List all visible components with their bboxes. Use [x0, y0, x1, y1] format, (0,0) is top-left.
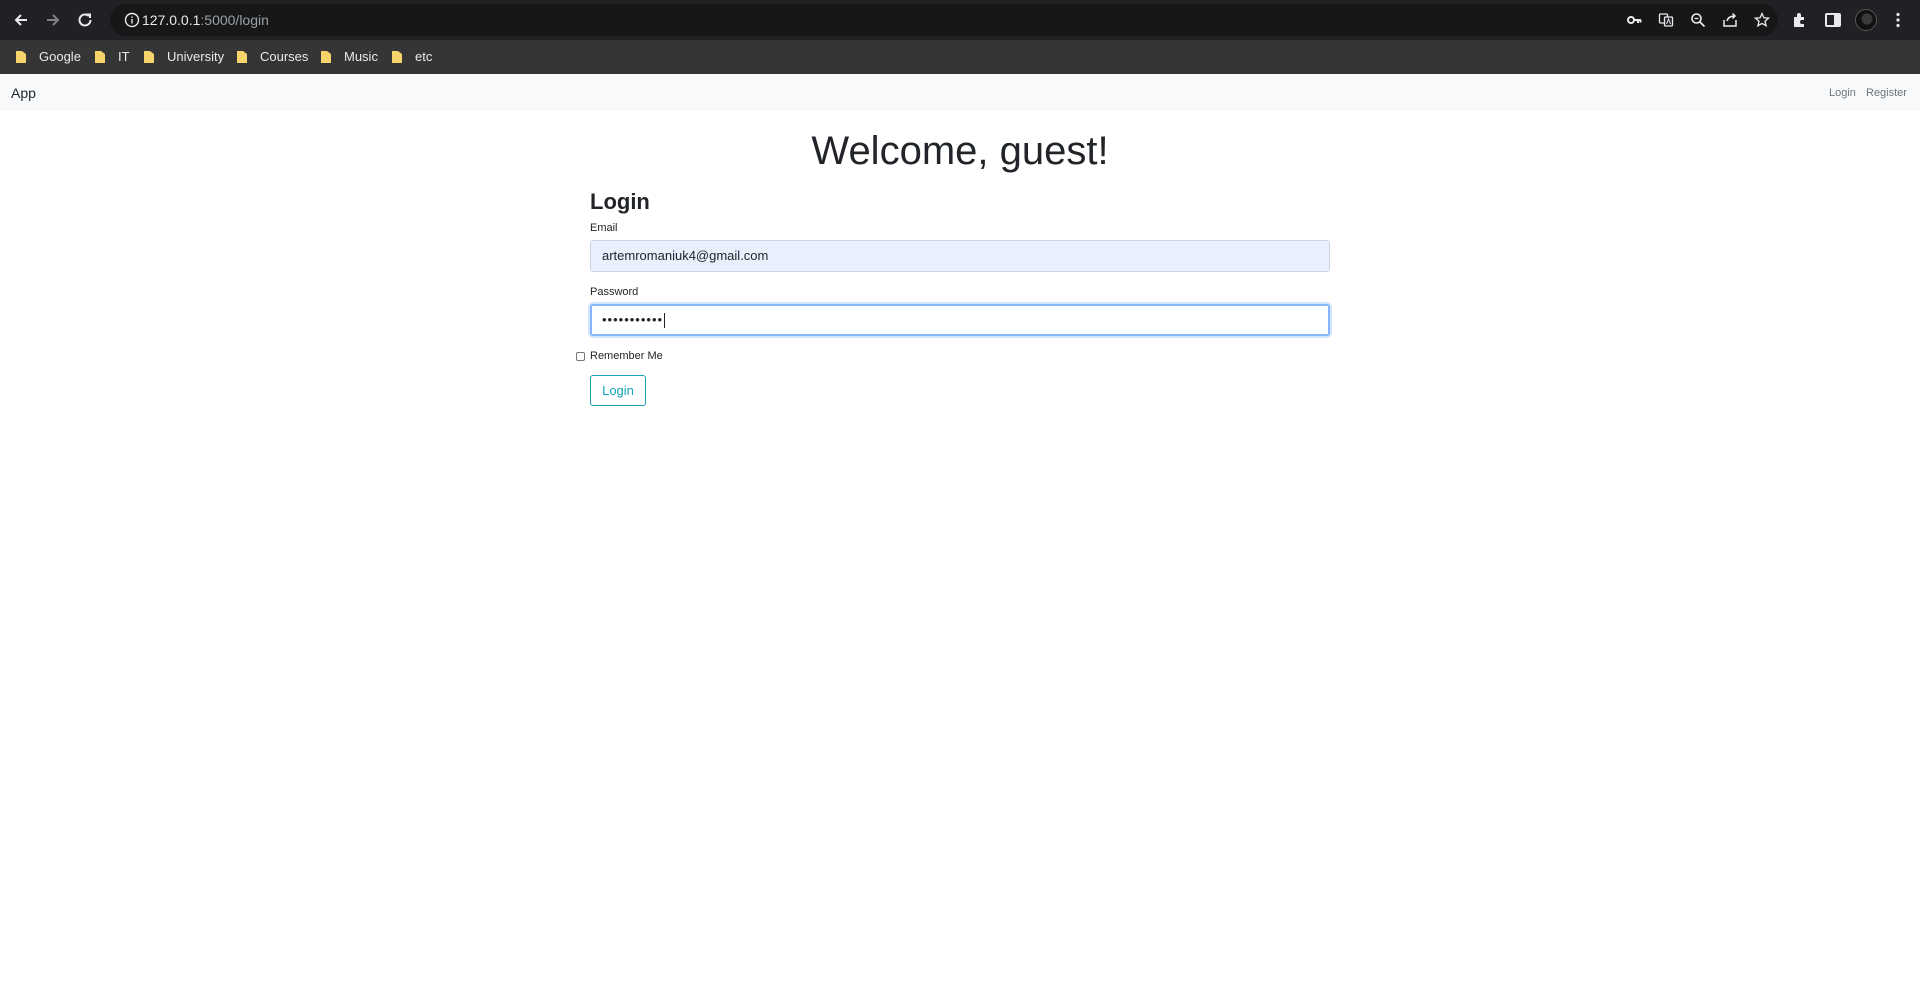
bookmark-etc[interactable]: etc [391, 48, 432, 66]
folder-icon [237, 51, 247, 63]
bookmark-it[interactable]: IT [94, 48, 130, 66]
form-title: Login [590, 189, 650, 214]
navbar-brand[interactable]: App [11, 84, 36, 102]
zoom-icon[interactable] [1690, 12, 1706, 28]
password-field[interactable]: ••••••••••• [590, 304, 1330, 336]
remember-checkbox[interactable] [576, 351, 585, 361]
remember-me: Remember Me [576, 349, 663, 363]
menu-icon[interactable] [1888, 10, 1908, 30]
nav-link-login[interactable]: Login [1829, 86, 1856, 100]
back-button[interactable] [9, 8, 33, 32]
forward-button[interactable] [41, 8, 65, 32]
profile-avatar[interactable] [1855, 9, 1877, 31]
folder-icon [16, 51, 26, 63]
browser-toolbar: 127.0.0.1:5000/login [0, 0, 1920, 40]
folder-icon [144, 51, 154, 63]
folder-icon [95, 51, 105, 63]
email-field[interactable]: artemromaniuk4@gmail.com [590, 240, 1330, 272]
text-caret [664, 313, 666, 329]
email-label: Email [590, 222, 618, 234]
key-icon[interactable] [1626, 12, 1642, 28]
reload-icon [78, 13, 92, 27]
bookmark-google[interactable]: Google [15, 48, 81, 66]
back-icon [14, 14, 27, 26]
app-navbar: App Login Register [0, 74, 1920, 111]
bookmark-courses[interactable]: Courses [236, 48, 308, 66]
remember-label[interactable]: Remember Me [590, 349, 663, 363]
bookmark-label: Google [39, 49, 81, 64]
url-host: 127.0.0.1 [142, 12, 201, 28]
share-icon[interactable] [1722, 12, 1738, 28]
address-url[interactable]: 127.0.0.1:5000/login [142, 11, 269, 29]
login-button[interactable]: Login [590, 375, 646, 406]
password-value: ••••••••••• [602, 312, 664, 327]
forward-icon [47, 14, 60, 26]
reload-button[interactable] [73, 8, 97, 32]
bookmark-label: University [167, 49, 225, 64]
address-bar[interactable]: 127.0.0.1:5000/login [110, 4, 1778, 36]
bookmark-label: Courses [260, 49, 309, 64]
folder-icon [321, 51, 331, 63]
bookmarks-bar: Google IT University Courses Music etc [0, 40, 1920, 74]
info-icon[interactable] [124, 12, 140, 28]
translate-icon[interactable] [1658, 12, 1674, 28]
password-label: Password [590, 286, 639, 298]
bookmark-label: IT [118, 49, 130, 64]
page-heading: Welcome, guest! [811, 129, 1109, 173]
bookmark-music[interactable]: Music [320, 48, 378, 66]
star-icon[interactable] [1754, 12, 1770, 28]
extensions-icon[interactable] [1790, 10, 1810, 30]
nav-link-register[interactable]: Register [1866, 86, 1907, 100]
bookmark-label: Music [344, 49, 378, 64]
bookmark-label: etc [415, 49, 433, 64]
bookmark-university[interactable]: University [143, 48, 224, 66]
side-panel-icon[interactable] [1823, 10, 1843, 30]
folder-icon [392, 51, 402, 63]
url-path: :5000/login [200, 12, 269, 28]
